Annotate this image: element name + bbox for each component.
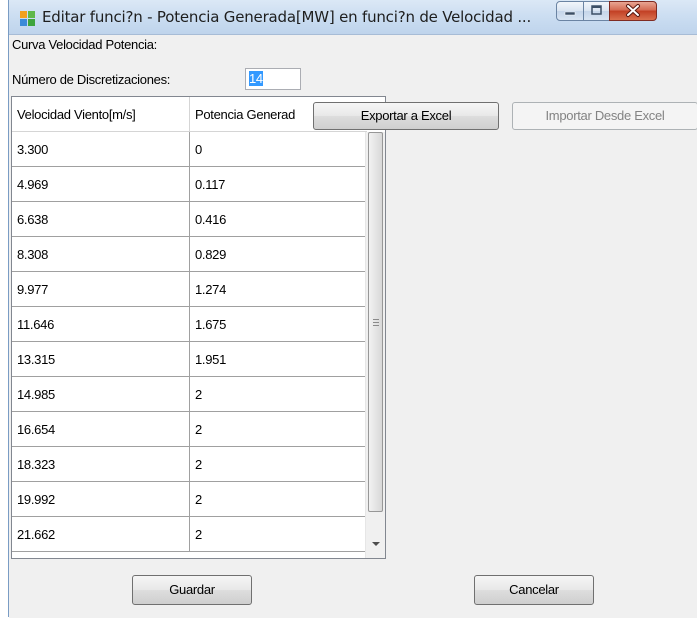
- save-button[interactable]: Guardar: [132, 575, 252, 605]
- table-row[interactable]: 8.308 0.829: [12, 237, 367, 272]
- power-cell[interactable]: 1.274: [190, 272, 367, 307]
- power-cell[interactable]: 0.829: [190, 237, 367, 272]
- velocity-cell[interactable]: 21.662: [12, 517, 190, 552]
- discretizations-input[interactable]: 14: [245, 68, 301, 90]
- table-row[interactable]: 16.654 2: [12, 412, 367, 447]
- table-row[interactable]: 21.662 2: [12, 517, 367, 552]
- velocity-cell[interactable]: 11.646: [12, 307, 190, 342]
- curve-label: Curva Velocidad Potencia:: [12, 37, 157, 52]
- table-row[interactable]: 6.638 0.416: [12, 202, 367, 237]
- table-row[interactable]: 3.300 0: [12, 132, 367, 167]
- minimize-button[interactable]: [556, 1, 584, 21]
- cancel-button[interactable]: Cancelar: [474, 575, 594, 605]
- scroll-down-arrow-icon[interactable]: [372, 542, 380, 546]
- table-row[interactable]: 14.985 2: [12, 377, 367, 412]
- power-cell[interactable]: 0.117: [190, 167, 367, 202]
- column-header-velocity[interactable]: Velocidad Viento[m/s]: [12, 97, 190, 132]
- minimize-icon: [564, 11, 576, 16]
- velocity-cell[interactable]: 19.992: [12, 482, 190, 517]
- velocity-cell[interactable]: 4.969: [12, 167, 190, 202]
- close-button[interactable]: [609, 1, 657, 21]
- scrollbar-thumb[interactable]: [368, 132, 383, 512]
- maximize-icon: [591, 5, 602, 15]
- velocity-cell[interactable]: 14.985: [12, 377, 190, 412]
- discretizations-value: 14: [249, 71, 263, 86]
- table-row[interactable]: 13.315 1.951: [12, 342, 367, 377]
- velocity-cell[interactable]: 8.308: [12, 237, 190, 272]
- power-cell[interactable]: 2: [190, 482, 367, 517]
- velocity-cell[interactable]: 13.315: [12, 342, 190, 377]
- dialog-window: Editar funci?n - Potencia Generada[MW] e…: [8, 0, 697, 618]
- power-cell[interactable]: 0: [190, 132, 367, 167]
- discretizations-label: Número de Discretizaciones:: [12, 72, 171, 87]
- power-cell[interactable]: 2: [190, 377, 367, 412]
- table-row[interactable]: 4.969 0.117: [12, 167, 367, 202]
- velocity-cell[interactable]: 9.977: [12, 272, 190, 307]
- power-cell[interactable]: 2: [190, 447, 367, 482]
- power-cell[interactable]: 1.951: [190, 342, 367, 377]
- export-to-excel-button[interactable]: Exportar a Excel: [313, 102, 499, 130]
- velocity-power-grid[interactable]: Velocidad Viento[m/s] Potencia Generad 3…: [11, 96, 386, 559]
- power-cell[interactable]: 0.416: [190, 202, 367, 237]
- velocity-cell[interactable]: 16.654: [12, 412, 190, 447]
- velocity-cell[interactable]: 3.300: [12, 132, 190, 167]
- table-row[interactable]: 18.323 2: [12, 447, 367, 482]
- power-cell[interactable]: 1.675: [190, 307, 367, 342]
- table-row[interactable]: 19.992 2: [12, 482, 367, 517]
- window-title: Editar funci?n - Potencia Generada[MW] e…: [42, 8, 532, 26]
- maximize-button[interactable]: [583, 1, 610, 21]
- power-cell[interactable]: 2: [190, 412, 367, 447]
- table-row[interactable]: 11.646 1.675: [12, 307, 367, 342]
- table-row[interactable]: 9.977 1.274: [12, 272, 367, 307]
- title-bar[interactable]: Editar funci?n - Potencia Generada[MW] e…: [9, 0, 697, 34]
- close-icon: [626, 4, 640, 17]
- import-from-excel-button[interactable]: Importar Desde Excel: [512, 102, 697, 130]
- dialog-client-area: Curva Velocidad Potencia: Número de Disc…: [9, 34, 697, 618]
- power-cell[interactable]: 2: [190, 517, 367, 552]
- velocity-cell[interactable]: 18.323: [12, 447, 190, 482]
- grip-icon: [373, 319, 379, 326]
- app-icon: [20, 11, 36, 27]
- velocity-cell[interactable]: 6.638: [12, 202, 190, 237]
- vertical-scrollbar[interactable]: [365, 132, 385, 558]
